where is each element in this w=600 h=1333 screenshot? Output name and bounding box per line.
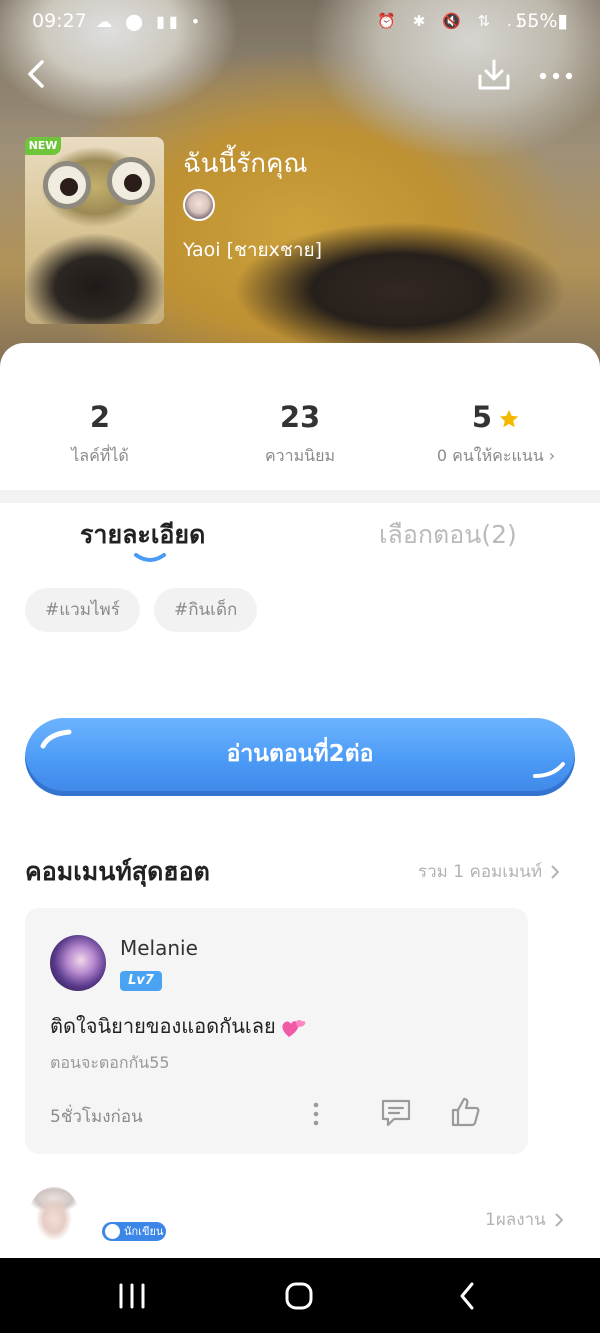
download-icon[interactable] xyxy=(476,58,512,92)
comment-more-icon[interactable] xyxy=(311,1101,321,1127)
tag-chip[interactable]: #แวมไพร์ xyxy=(25,588,140,632)
like-thumb-icon[interactable] xyxy=(449,1096,481,1128)
writer-works-label: 1ผลงาน xyxy=(485,1210,546,1230)
hearts-emoji-icon xyxy=(282,1019,305,1037)
story-title: ฉันนี้รักคุณ xyxy=(183,149,308,179)
button-glare xyxy=(533,762,565,778)
stat-likes: 2 ไลค์ที่ได้ xyxy=(0,398,200,469)
comment-card: Melanie Lv7 ติดใจนิยายของแอดกันเลย ตอนจะ… xyxy=(25,908,528,1154)
status-bar: 09:27 ☁ ⬤ ▮▮ • ⏰ ✱ 🔇 ⇅ .ıl 55%▮ xyxy=(0,8,600,36)
story-cover-image xyxy=(25,137,164,324)
recent-apps-icon[interactable] xyxy=(118,1283,146,1309)
top-bar xyxy=(0,56,600,96)
continue-reading-label: อ่านตอนที่2ต่อ xyxy=(226,741,374,767)
continue-reading-button[interactable]: อ่านตอนที่2ต่อ xyxy=(25,718,575,796)
author-avatar[interactable] xyxy=(183,189,215,221)
likes-count: 2 xyxy=(89,400,111,434)
popularity-count: 23 xyxy=(279,400,321,434)
popularity-label: ความนิยม xyxy=(264,446,336,465)
hot-comments-title: คอมเมนท์สุดฮอต xyxy=(25,857,210,886)
cover-eye-right xyxy=(107,157,155,205)
likes-label: ไลค์ที่ได้ xyxy=(71,446,129,465)
all-comments-link[interactable]: รวม 1 คอมเมนท์ xyxy=(418,858,560,885)
comment-text: ติดใจนิยายของแอดกันเลย xyxy=(50,1010,306,1042)
commenter-avatar[interactable] xyxy=(50,935,106,991)
system-nav-bar xyxy=(0,1258,600,1333)
tab-active-indicator xyxy=(134,553,166,562)
chevron-right-icon xyxy=(554,1213,564,1227)
more-options-icon[interactable] xyxy=(538,66,574,86)
new-badge: NEW xyxy=(25,137,61,155)
status-time: 09:27 xyxy=(32,10,87,32)
nav-back-icon[interactable] xyxy=(458,1281,476,1311)
commenter-name[interactable]: Melanie xyxy=(120,936,198,960)
story-genre: Yaoi [ชายxชาย] xyxy=(183,239,323,261)
star-icon xyxy=(499,409,519,428)
level-badge: Lv7 xyxy=(120,971,162,991)
writer-works-link[interactable]: 1ผลงาน xyxy=(485,1206,564,1233)
section-divider xyxy=(0,490,600,503)
writer-avatar[interactable] xyxy=(29,1187,79,1243)
cover-eye-left xyxy=(43,161,91,209)
tag-chip[interactable]: #กินเด็ก xyxy=(154,588,258,632)
writer-badge-label: นักเขียน xyxy=(124,1225,164,1238)
comment-body: ติดใจนิยายของแอดกันเลย xyxy=(50,1014,276,1038)
home-icon[interactable] xyxy=(284,1281,314,1311)
stat-popularity: 23 ความนิยม xyxy=(200,398,400,469)
battery-indicator: 55%▮ xyxy=(515,10,568,32)
status-right-icons: ⏰ ✱ 🔇 ⇅ .ıl xyxy=(377,12,538,30)
rating-score: 5 xyxy=(471,400,493,434)
reply-icon[interactable] xyxy=(380,1098,412,1128)
tab-episodes[interactable]: เลือกตอน(2) xyxy=(379,515,517,555)
rating-voters-label: 0 คนให้คะแนน › xyxy=(436,446,556,465)
comment-reply-preview: ตอนจะตอกกัน55 xyxy=(50,1053,170,1072)
writer-badge-icon xyxy=(105,1224,120,1239)
all-comments-label: รวม 1 คอมเมนท์ xyxy=(418,862,543,882)
chevron-right-icon xyxy=(551,865,560,879)
tab-details[interactable]: รายละเอียด xyxy=(80,515,205,555)
back-arrow-icon[interactable] xyxy=(22,56,50,92)
comment-timestamp: 5ชั่วโมงก่อน xyxy=(50,1107,143,1127)
stat-rating[interactable]: 5 0 คนให้คะแนน › xyxy=(396,398,596,469)
status-left-icons: ☁ ⬤ ▮▮ • xyxy=(96,12,205,31)
writer-badge: นักเขียน xyxy=(102,1222,166,1241)
